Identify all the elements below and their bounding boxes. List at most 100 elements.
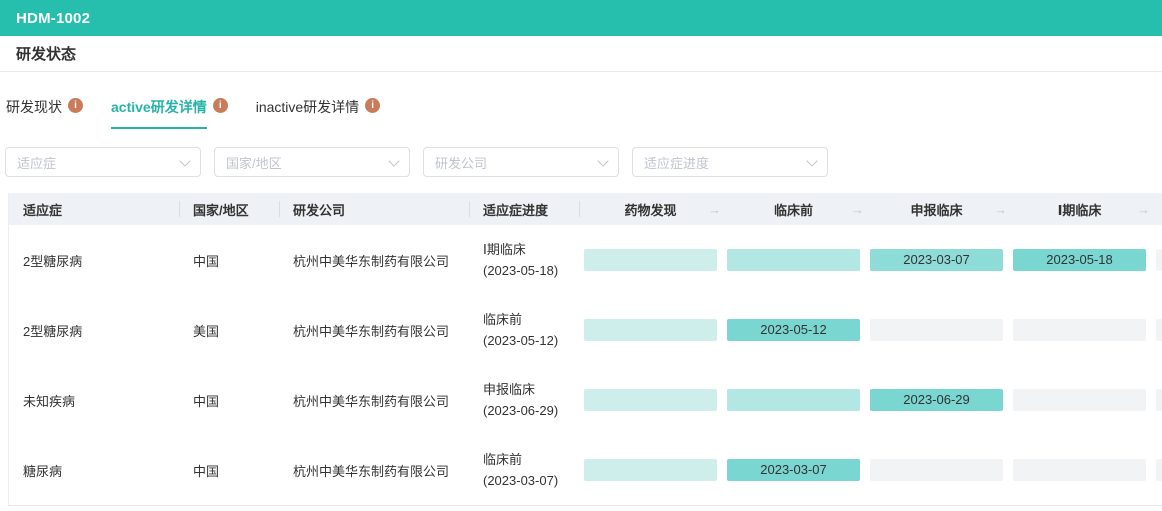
chevron-down-icon: [388, 155, 399, 166]
table-row: 未知疾病中国杭州中美华东制药有限公司申报临床(2023-06-29) 2023-0…: [9, 365, 1162, 435]
stage-cell-0: [579, 389, 722, 411]
stage-bar: 2023-03-07: [870, 249, 1003, 271]
filter-placeholder: 适应症进度: [644, 153, 709, 172]
filter-indication[interactable]: 适应症: [5, 147, 201, 177]
stage-header-label: 药物发现: [624, 200, 676, 219]
stage-cell-0: [579, 459, 722, 481]
column-header-1: 国家/地区: [179, 193, 279, 225]
stage-bar: [727, 249, 860, 271]
stage-cell-1: [722, 389, 865, 411]
section-header: 研发状态: [0, 36, 1162, 72]
stage-bar: [1013, 319, 1146, 341]
tab-label: active研发详情: [111, 97, 207, 129]
cell-indication: 未知疾病: [9, 391, 179, 410]
stage-column-header-next: [1151, 193, 1162, 225]
table-body: 2型糖尿病中国杭州中美华东制药有限公司Ⅰ期临床(2023-05-18)2023-…: [9, 225, 1162, 505]
stage-header-label: 申报临床: [910, 200, 962, 219]
stage-cell-2: 2023-03-07: [865, 249, 1008, 271]
info-icon[interactable]: i: [365, 98, 380, 113]
stage-bar: [1156, 319, 1162, 341]
progress-stage: 临床前: [483, 309, 579, 330]
arrow-right-icon: →: [708, 202, 721, 217]
stage-cell-2: [865, 459, 1008, 481]
stage-column-header-0: 药物发现 →: [579, 193, 722, 225]
stage-cell-3: [1008, 319, 1151, 341]
stage-cell-2: 2023-06-29: [865, 389, 1008, 411]
progress-stage: 申报临床: [483, 379, 579, 400]
column-header-3: 适应症进度: [469, 193, 579, 225]
stage-bar: 2023-03-07: [727, 459, 860, 481]
filter-company[interactable]: 研发公司: [423, 147, 619, 177]
filter-placeholder: 国家/地区: [226, 153, 282, 172]
column-header-0: 适应症: [9, 193, 179, 225]
stage-bar: [584, 389, 717, 411]
filter-progress[interactable]: 适应症进度: [632, 147, 828, 177]
stage-bar: 2023-06-29: [870, 389, 1003, 411]
cell-company: 杭州中美华东制药有限公司: [279, 321, 469, 340]
progress-date: (2023-06-29): [483, 400, 579, 421]
stage-cell-next: [1151, 319, 1162, 341]
table-header-row: 适应症国家/地区研发公司适应症进度药物发现→临床前→申报临床→Ⅰ期临床→: [9, 193, 1162, 225]
progress-date: (2023-05-12): [483, 330, 579, 351]
stage-column-header-3: Ⅰ期临床→: [1008, 193, 1151, 225]
tab-active-detail[interactable]: active研发详情 i: [111, 97, 228, 129]
stage-cell-next: [1151, 459, 1162, 481]
section-title: 研发状态: [16, 43, 76, 64]
tab-bar: 研发现状i active研发详情 i inactive研发详情 i: [6, 97, 1162, 129]
chevron-down-icon: [806, 155, 817, 166]
stage-cell-next: [1151, 249, 1162, 271]
stage-cell-1: 2023-03-07: [722, 459, 865, 481]
table-row: 2型糖尿病美国杭州中美华东制药有限公司临床前(2023-05-12)2023-0…: [9, 295, 1162, 365]
tab-label: inactive研发详情: [256, 97, 359, 129]
stage-bar: [1156, 389, 1162, 411]
cell-country: 中国: [179, 461, 279, 480]
stage-bar: [584, 459, 717, 481]
window-titlebar: HDM-1002: [0, 0, 1162, 36]
column-header-2: 研发公司: [279, 193, 469, 225]
info-icon[interactable]: i: [213, 98, 228, 113]
chevron-down-icon: [179, 155, 190, 166]
stage-header-label: 临床前: [774, 200, 813, 219]
tab-inactive-detail[interactable]: inactive研发详情 i: [256, 97, 380, 129]
stage-cell-2: [865, 319, 1008, 341]
progress-date: (2023-05-18): [483, 260, 579, 281]
stage-bar: [1156, 459, 1162, 481]
column-header-label: 研发公司: [293, 200, 345, 219]
cell-progress: 申报临床(2023-06-29): [469, 379, 579, 421]
filter-placeholder: 适应症: [17, 153, 56, 172]
stage-bar: [1013, 389, 1146, 411]
cell-progress: 临床前(2023-03-07): [469, 449, 579, 491]
progress-date: (2023-03-07): [483, 470, 579, 491]
stage-cell-0: [579, 249, 722, 271]
chevron-down-icon: [597, 155, 608, 166]
column-header-label: 国家/地区: [193, 200, 249, 219]
stage-bar: 2023-05-18: [1013, 249, 1146, 271]
page-title: HDM-1002: [16, 10, 90, 27]
cell-company: 杭州中美华东制药有限公司: [279, 251, 469, 270]
stage-bar: 2023-05-12: [727, 319, 860, 341]
stage-cell-3: [1008, 389, 1151, 411]
cell-indication: 糖尿病: [9, 461, 179, 480]
tab-status[interactable]: 研发现状i: [6, 97, 83, 129]
filter-placeholder: 研发公司: [435, 153, 487, 172]
cell-country: 中国: [179, 251, 279, 270]
cell-company: 杭州中美华东制药有限公司: [279, 461, 469, 480]
cell-progress: 临床前(2023-05-12): [469, 309, 579, 351]
arrow-right-icon: →: [851, 202, 864, 217]
filter-country[interactable]: 国家/地区: [214, 147, 410, 177]
info-icon[interactable]: i: [68, 98, 83, 113]
stage-cell-3: 2023-05-18: [1008, 249, 1151, 271]
column-header-label: 适应症进度: [483, 200, 548, 219]
cell-country: 中国: [179, 391, 279, 410]
stage-cell-3: [1008, 459, 1151, 481]
progress-stage: 临床前: [483, 449, 579, 470]
stage-cell-1: [722, 249, 865, 271]
stage-column-header-1: 临床前 →: [722, 193, 865, 225]
cell-company: 杭州中美华东制药有限公司: [279, 391, 469, 410]
stage-cell-next: [1151, 389, 1162, 411]
table-row: 糖尿病中国杭州中美华东制药有限公司临床前(2023-03-07) 2023-03-…: [9, 435, 1162, 505]
cell-indication: 2型糖尿病: [9, 251, 179, 270]
arrow-right-icon: →: [994, 202, 1007, 217]
stage-bar: [584, 319, 717, 341]
development-status-table: 适应症国家/地区研发公司适应症进度药物发现→临床前→申报临床→Ⅰ期临床→ 2型糖…: [8, 193, 1162, 506]
